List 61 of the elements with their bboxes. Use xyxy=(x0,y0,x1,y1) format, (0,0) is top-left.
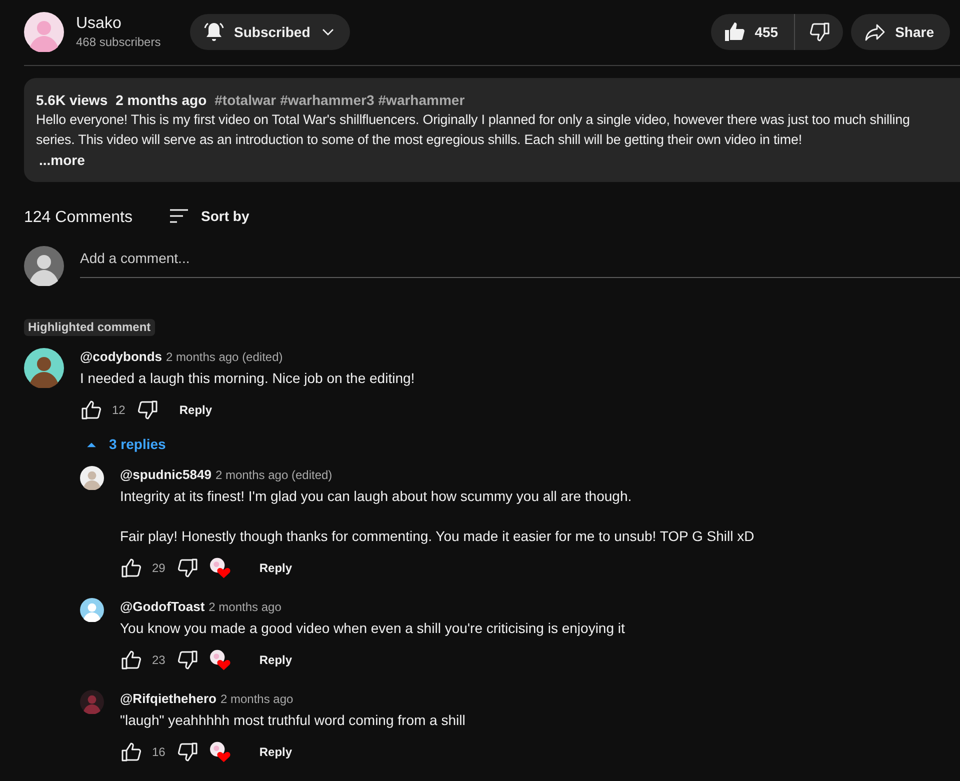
thumbs-up-icon xyxy=(120,556,144,580)
dislike-button[interactable] xyxy=(175,740,200,764)
replies-toggle[interactable]: 3 replies xyxy=(86,434,166,454)
comment-text: Fair play! Honestly though thanks for commenting. You made it easier for me to unsub! TOP G Shill xD xyxy=(120,527,754,546)
avatar xyxy=(80,598,104,622)
share-button[interactable]: Share xyxy=(851,14,950,50)
description-text: Hello everyone! This is my first video on Total War's shillfluencers. Originally I planned for only a single video, however there was just too much shilling xyxy=(36,111,911,129)
thumbs-up-icon xyxy=(722,20,747,44)
thumbs-down-icon xyxy=(807,20,832,44)
thumbs-up-icon xyxy=(120,648,144,672)
description-panel[interactable] xyxy=(24,78,960,182)
view-count: 5.6K views xyxy=(36,91,108,110)
comment-author[interactable]: @Rifqiethehero xyxy=(120,690,216,708)
channel-name[interactable]: Usako xyxy=(76,14,176,34)
comment-time[interactable]: 2 months ago xyxy=(220,690,294,708)
dislike-button[interactable] xyxy=(175,648,200,672)
reply-button[interactable]: Reply xyxy=(255,743,296,761)
comment-time[interactable]: 2 months ago (edited) xyxy=(215,466,332,484)
comment-count: 124 Comments xyxy=(24,208,134,228)
reply-button[interactable]: Reply xyxy=(175,401,216,419)
thumbs-down-icon xyxy=(175,740,200,764)
user-avatar xyxy=(24,246,64,286)
upload-date: 2 months ago xyxy=(116,91,207,110)
comment-author[interactable]: @codybonds xyxy=(80,348,162,366)
description-text: series. This video will serve as an introduction to some of the most egregious shills. Each shill will be getting their own video in time! xyxy=(36,131,803,149)
subscriber-count: 468 subscribers xyxy=(76,34,162,50)
comment-input-field[interactable]: Add a comment... xyxy=(80,248,960,278)
caret-up-icon xyxy=(86,440,97,448)
comment-time[interactable]: 2 months ago (edited) xyxy=(166,348,283,366)
avatar xyxy=(80,466,104,490)
comment-time[interactable]: 2 months ago xyxy=(208,598,282,616)
comment-text: "laugh" yeahhhhh most truthful word coming from a shill xyxy=(120,711,466,730)
channel-avatar xyxy=(24,12,64,52)
reply-button[interactable]: Reply xyxy=(255,651,296,669)
like-button[interactable]: 23 xyxy=(120,648,166,672)
comment-text: I needed a laugh this morning. Nice job on the editing! xyxy=(80,369,415,388)
thumbs-down-icon xyxy=(175,648,200,672)
bell-icon xyxy=(202,20,226,44)
comment-author[interactable]: @GodofToast xyxy=(120,598,205,616)
hashtag-link[interactable]: #warhammer3 xyxy=(280,90,374,110)
thumbs-up-icon xyxy=(80,398,104,422)
sort-button[interactable]: Sort by xyxy=(167,204,250,228)
hashtag-link[interactable]: #totalwar xyxy=(214,90,276,110)
subscribed-button[interactable]: Subscribed xyxy=(190,14,350,50)
more-link[interactable]: ...more xyxy=(39,150,960,170)
avatar xyxy=(24,348,64,388)
like-button[interactable]: 12 xyxy=(80,398,126,422)
reply-button[interactable]: Reply xyxy=(255,559,296,577)
dislike-button[interactable] xyxy=(175,556,200,580)
like-button[interactable]: 29 xyxy=(120,556,166,580)
like-button[interactable]: 16 xyxy=(120,740,166,764)
hashtag-link[interactable]: #warhammer xyxy=(378,90,465,110)
thumbs-down-icon xyxy=(175,556,200,580)
thumbs-down-icon xyxy=(135,398,160,422)
comment-author[interactable]: @spudnic5849 xyxy=(120,466,212,484)
comment-text: Integrity at its finest! I'm glad you can laugh about how scummy you all are though. xyxy=(120,487,633,506)
dislike-button[interactable] xyxy=(135,398,160,422)
comment-text: You know you made a good video when even a shill you're criticising is enjoying it xyxy=(120,619,625,638)
thumbs-up-icon xyxy=(120,740,144,764)
avatar xyxy=(80,690,104,714)
highlighted-comment-badge: Highlighted comment xyxy=(24,319,155,336)
